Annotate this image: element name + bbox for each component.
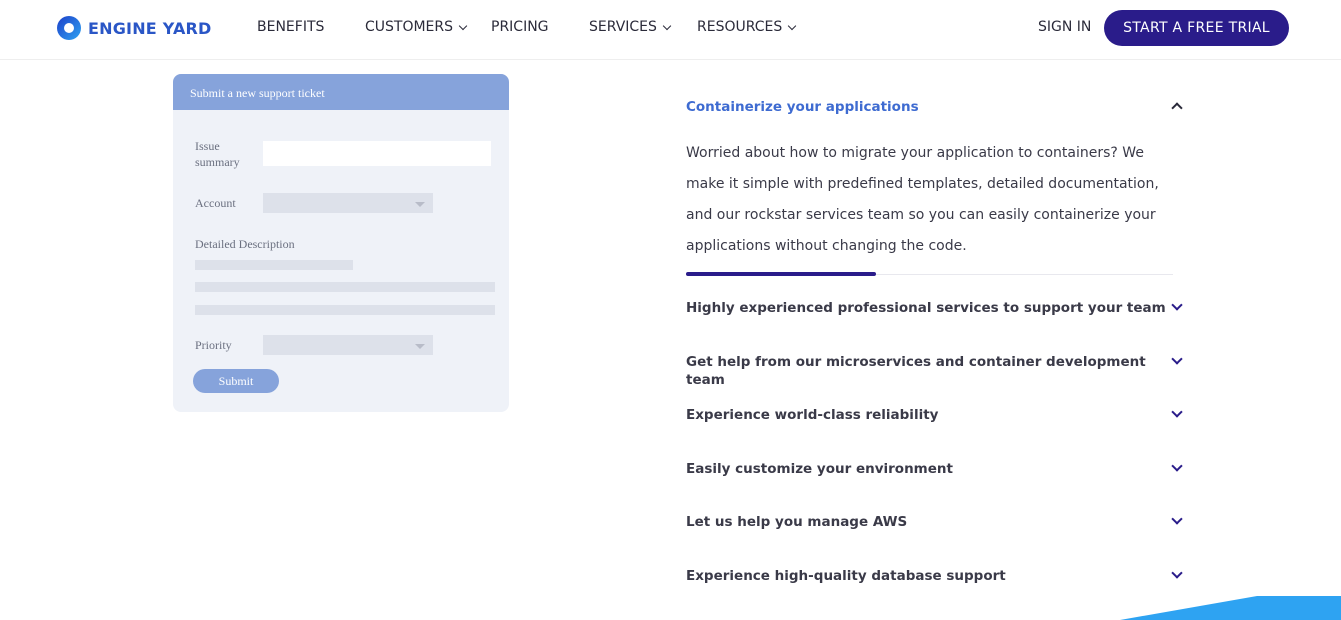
nav-label: RESOURCES bbox=[697, 19, 783, 35]
chevron-down-icon bbox=[1171, 513, 1183, 525]
engine-yard-logo[interactable]: ENGINE YARD bbox=[57, 16, 212, 40]
chevron-down-icon bbox=[1171, 406, 1183, 418]
nav-label: PRICING bbox=[491, 19, 549, 35]
accordion-item[interactable]: Highly experienced professional services… bbox=[686, 299, 1189, 319]
accordion-title: Let us help you manage AWS bbox=[686, 514, 908, 530]
accordion-item[interactable]: Get help from our microservices and cont… bbox=[686, 353, 1189, 388]
issue-summary-label: Issue summary bbox=[195, 139, 240, 169]
caret-down-icon bbox=[415, 202, 425, 207]
logo-text: ENGINE YARD bbox=[88, 18, 212, 38]
accordion-title: Containerize your applications bbox=[686, 99, 919, 115]
chevron-down-icon bbox=[1171, 299, 1183, 311]
nav-label: BENEFITS bbox=[257, 19, 325, 35]
chevron-up-icon bbox=[1171, 102, 1183, 114]
chevron-down-icon bbox=[1171, 460, 1183, 472]
sign-in-link[interactable]: SIGN IN bbox=[1038, 19, 1091, 35]
submit-button[interactable]: Submit bbox=[193, 369, 279, 393]
chevron-down-icon bbox=[1171, 567, 1183, 579]
description-line bbox=[195, 282, 495, 292]
priority-label: Priority bbox=[195, 338, 232, 352]
accordion-item[interactable]: Experience high-quality database support bbox=[686, 567, 1189, 587]
accordion-item-open[interactable]: Containerize your applications bbox=[686, 98, 1189, 118]
priority-select[interactable] bbox=[263, 335, 433, 355]
chevron-down-icon bbox=[458, 21, 468, 30]
accordion-title: Easily customize your environment bbox=[686, 461, 953, 477]
nav-label: SERVICES bbox=[589, 19, 657, 35]
account-select[interactable] bbox=[263, 193, 433, 213]
issue-summary-field[interactable] bbox=[263, 141, 491, 166]
start-free-trial-button[interactable]: START A FREE TRIAL bbox=[1104, 10, 1289, 46]
account-label: Account bbox=[195, 196, 236, 210]
accordion-title: Highly experienced professional services… bbox=[686, 300, 1166, 316]
chevron-down-icon bbox=[662, 21, 672, 30]
accordion-title: Get help from our microservices and cont… bbox=[686, 354, 1146, 388]
caret-down-icon bbox=[415, 344, 425, 349]
nav-customers[interactable]: CUSTOMERS bbox=[365, 19, 468, 35]
description-label: Detailed Description bbox=[195, 237, 295, 251]
accordion-title: Experience high-quality database support bbox=[686, 568, 1006, 584]
nav-resources[interactable]: RESOURCES bbox=[697, 19, 797, 35]
accordion-title: Experience world-class reliability bbox=[686, 407, 939, 423]
nav-pricing[interactable]: PRICING bbox=[491, 19, 549, 35]
accordion-item[interactable]: Experience world-class reliability bbox=[686, 406, 1189, 426]
accordion-item[interactable]: Easily customize your environment bbox=[686, 460, 1189, 480]
accordion-item[interactable]: Let us help you manage AWS bbox=[686, 513, 1189, 533]
site-header: ENGINE YARD BENEFITS CUSTOMERS PRICING S… bbox=[0, 0, 1341, 60]
decorative-corner-shape bbox=[1120, 596, 1341, 620]
progress-bar bbox=[686, 272, 876, 276]
support-ticket-form: Submit a new support ticket Issue summar… bbox=[173, 74, 509, 412]
description-line bbox=[195, 260, 353, 270]
form-title: Submit a new support ticket bbox=[173, 74, 509, 110]
nav-benefits[interactable]: BENEFITS bbox=[257, 19, 324, 35]
description-line bbox=[195, 305, 495, 315]
chevron-down-icon bbox=[1171, 353, 1183, 365]
chevron-down-icon bbox=[788, 21, 797, 30]
nav-label: CUSTOMERS bbox=[365, 19, 454, 35]
accordion-body: Worried about how to migrate your applic… bbox=[686, 145, 1159, 254]
logo-mark-icon bbox=[57, 16, 81, 40]
nav-services[interactable]: SERVICES bbox=[589, 19, 672, 35]
